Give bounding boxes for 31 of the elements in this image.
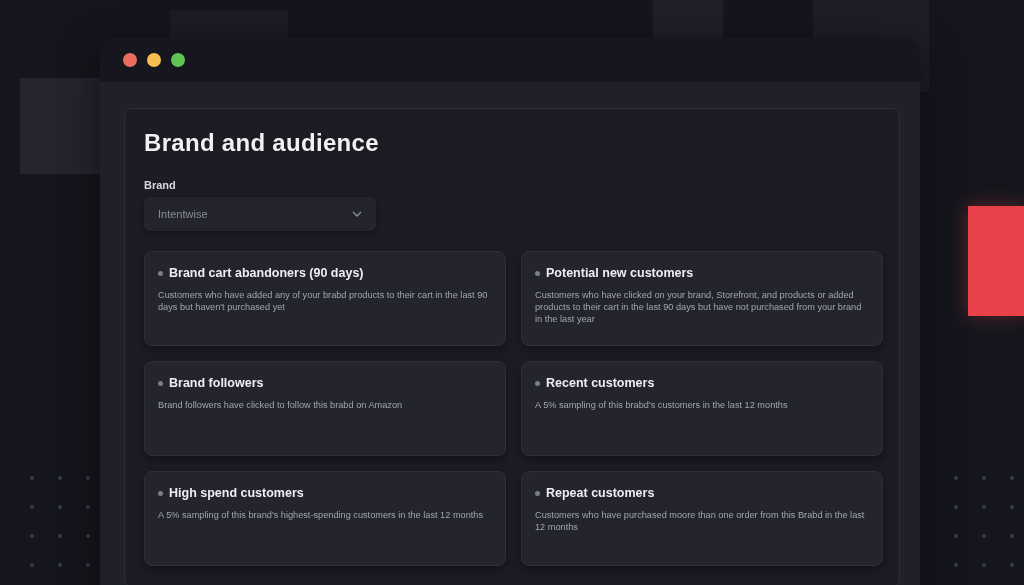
card-title: Brand followers [169,376,264,390]
card-description: A 5% sampling of this brabd's customers in the last 12 months [535,399,789,411]
audience-card[interactable]: Repeat customers Customers who have purchased moore than one order from this Brabd in the last 12 months [521,471,883,566]
card-title: Potential new customers [546,266,694,280]
chevron-down-icon [352,211,362,217]
window-control-button[interactable] [147,53,161,67]
card-description: Brand followers have clicked to follow this brabd on Amazon [158,399,404,411]
audience-card[interactable]: Brand followers Brand followers have clicked to follow this brabd on Amazon [144,361,506,456]
audience-card[interactable]: High spend customers A 5% sampling of this brand's highest-spending customers in the last 12 months [144,471,506,566]
card-title: Brand cart abandoners (90 days) [169,266,364,280]
card-title: High spend customers [169,486,304,500]
card-title: Recent customers [546,376,655,390]
bullet-icon [535,490,540,496]
brand-dropdown[interactable]: Intentwise [144,197,376,231]
audience-card[interactable]: Potential new customers Customers who have clicked on your brand, Storefront, and products or added products to their cart in the last 90 days but have not purchased from your brand in the last year [521,251,883,346]
bullet-icon [158,380,163,386]
card-title: Repeat customers [546,486,655,500]
card-description: Customers who have added any of your brabd products to their cart in the last 90 days but haven't purchased yet [158,289,489,313]
field-label: Brand [144,179,177,191]
window-control-button[interactable] [171,53,185,67]
audience-card[interactable]: Brand cart abandoners (90 days) Customers who have added any of your brabd products to their cart in the last 90 days but haven't purchased yet [144,251,506,346]
audience-card[interactable]: Recent customers A 5% sampling of this brabd's customers in the last 12 months [521,361,883,456]
bullet-icon [535,380,540,386]
bullet-icon [535,270,540,276]
page-title: Brand and audience [144,129,380,157]
card-description: Customers who have clicked on your brand, Storefront, and products or added products to their cart in the last 90 days but have not purchased from your brand in the last year [535,289,863,325]
bullet-icon [158,490,163,496]
window-control-button[interactable] [123,53,137,67]
card-description: Customers who have purchased moore than one order from this Brabd in the last 12 months [535,509,866,533]
bullet-icon [158,270,163,276]
card-description: A 5% sampling of this brand's highest-spending customers in the last 12 months [158,509,485,521]
